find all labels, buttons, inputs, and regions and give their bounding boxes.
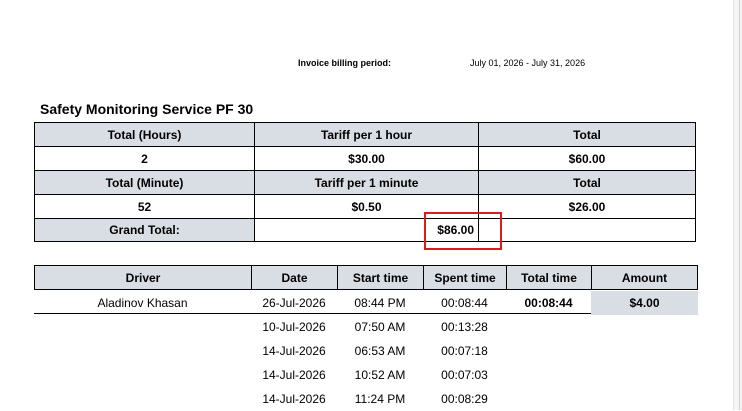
billing-period-label: Invoice billing period: [298, 58, 392, 68]
row-date: 14-Jul-2026 [262, 344, 326, 358]
column-header-date: Date [251, 265, 337, 290]
row-spent-time: 00:13:28 [441, 320, 488, 334]
row-spent-time: 00:07:03 [441, 368, 488, 382]
minutes-total-value: 52 [34, 194, 254, 218]
hours-sum-value: $60.00 [478, 146, 696, 170]
hours-sum-header: Total [478, 122, 696, 146]
row-date: 14-Jul-2026 [262, 392, 326, 406]
hours-total-value: 2 [34, 146, 254, 170]
column-header-total-time: Total time [506, 265, 591, 290]
row-start-time: 08:44 PM [354, 296, 406, 310]
row-driver: Aladinov Khasan [97, 296, 188, 310]
hourly-tariff-header: Tariff per 1 hour [254, 122, 478, 146]
row-date: 14-Jul-2026 [262, 368, 326, 382]
column-header-start-time: Start time [337, 265, 423, 290]
row-start-time: 10:52 AM [354, 368, 406, 382]
summary-table: Total (Hours) Tariff per 1 hour Total 2 … [34, 122, 696, 242]
hours-total-header: Total (Hours) [34, 122, 254, 146]
minutes-sum-header: Total [478, 170, 696, 194]
scrollbar-track[interactable] [733, 0, 742, 410]
hourly-tariff-value: $30.00 [254, 146, 478, 170]
billing-period-value: July 01, 2026 - July 31, 2026 [470, 58, 586, 68]
row-start-time: 11:24 PM [354, 392, 406, 406]
row-divider [34, 313, 591, 314]
row-amount: $4.00 [591, 291, 698, 315]
column-header-driver: Driver [34, 265, 251, 290]
row-date: 10-Jul-2026 [262, 320, 326, 334]
row-total-time: 00:08:44 [524, 296, 573, 310]
page-edge-divider [739, 0, 740, 410]
row-spent-time: 00:07:18 [441, 344, 488, 358]
row-spent-time: 00:08:44 [441, 296, 488, 310]
row-date: 26-Jul-2026 [262, 296, 326, 310]
column-header-amount: Amount [591, 265, 698, 290]
row-start-time: 07:50 AM [354, 320, 406, 334]
grand-total-label: Grand Total: [34, 218, 254, 242]
minutes-sum-value: $26.00 [478, 194, 696, 218]
column-header-spent-time: Spent time [423, 265, 506, 290]
minute-tariff-header: Tariff per 1 minute [254, 170, 478, 194]
row-spent-time: 00:08:29 [441, 392, 488, 406]
service-title: Safety Monitoring Service PF 30 [40, 101, 254, 117]
row-start-time: 06:53 AM [354, 344, 406, 358]
grand-total-empty-cell [478, 218, 696, 242]
grand-total-highlight-box [424, 212, 502, 250]
minutes-total-header: Total (Minute) [34, 170, 254, 194]
